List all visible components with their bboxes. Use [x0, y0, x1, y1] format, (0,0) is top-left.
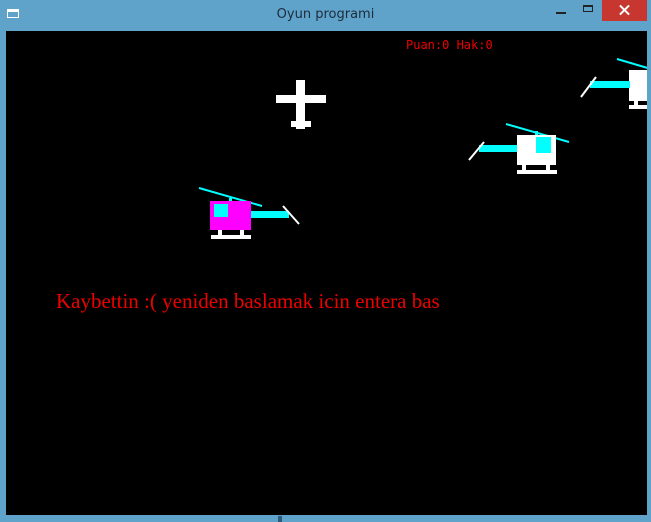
close-button[interactable]	[602, 0, 647, 21]
game-over-message: Kaybettin :( yeniden baslamak icin enter…	[56, 289, 440, 313]
player-helicopter	[198, 187, 300, 239]
taskbar-marker	[278, 516, 282, 522]
window-bottom-border	[0, 515, 651, 522]
enemy-helicopter	[580, 58, 647, 109]
game-sprites	[198, 58, 647, 239]
title-bar[interactable]: Oyun programi	[0, 0, 651, 31]
enemy-helicopter	[468, 123, 570, 174]
game-canvas[interactable]: Puan:0 Hak:0 Kaybettin:(yeniden baslam…	[6, 31, 647, 515]
maximize-button[interactable]	[575, 0, 602, 21]
minimize-button[interactable]	[548, 0, 575, 21]
enemy-plane	[276, 80, 326, 129]
